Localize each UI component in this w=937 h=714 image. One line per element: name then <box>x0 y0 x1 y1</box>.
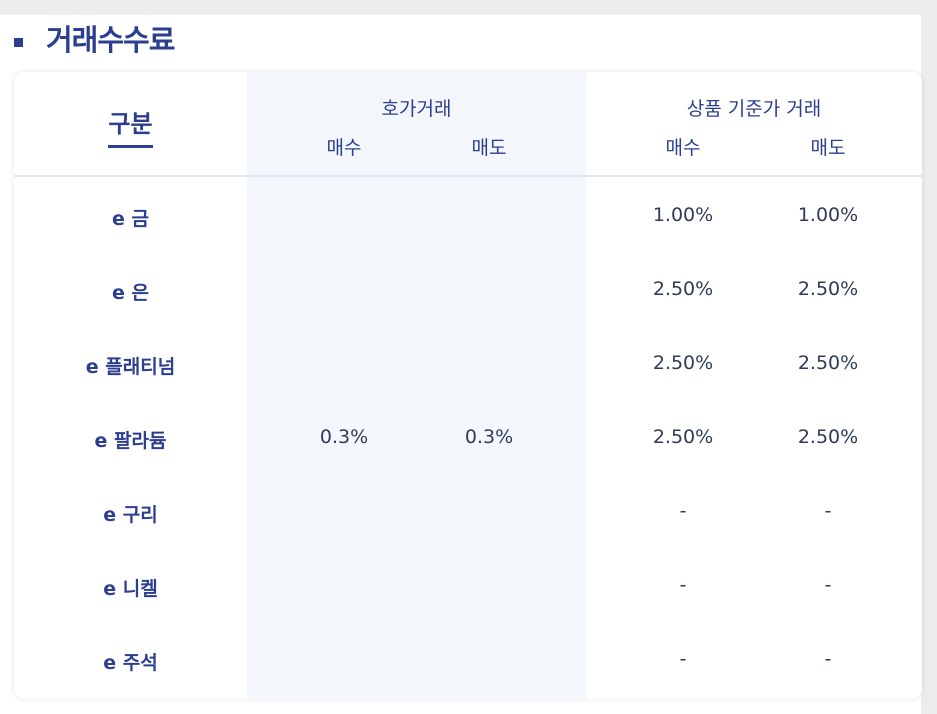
section-title: 거래수수료 <box>46 22 175 57</box>
row-label: e 구리 <box>103 504 158 526</box>
standard-buy-fee: 2.50% <box>652 278 714 300</box>
header-standard-sell: 매도 <box>810 137 846 159</box>
row-label: e 팔라듐 <box>94 430 167 452</box>
header-standard-buy: 매수 <box>665 137 701 159</box>
row-label: e 은 <box>112 282 149 304</box>
quote-buy-fee: 0.3% <box>319 426 369 448</box>
bullet-square-icon <box>14 37 23 47</box>
header-divider <box>14 175 922 177</box>
standard-sell-fee: - <box>824 574 832 596</box>
standard-sell-fee: - <box>824 648 832 670</box>
standard-sell-fee: 2.50% <box>797 352 859 374</box>
section-header: 거래수수료 <box>14 15 175 65</box>
standard-sell-fee: 1.00% <box>797 204 859 226</box>
row-label: e 플래티넘 <box>85 356 176 378</box>
row-label: e 주석 <box>103 652 158 674</box>
standard-sell-fee: 2.50% <box>797 278 859 300</box>
header-standard-price-trade: 상품 기준가 거래 <box>686 98 822 120</box>
standard-buy-fee: - <box>679 574 687 596</box>
fee-table: 구분 호가거래 상품 기준가 거래 매수 매도 매수 매도 e 금 1.00% 1.… <box>14 72 922 699</box>
standard-sell-fee: - <box>824 500 832 522</box>
standard-sell-fee: 2.50% <box>797 426 859 448</box>
quote-trade-column-band <box>247 72 586 699</box>
standard-buy-fee: - <box>679 648 687 670</box>
standard-buy-fee: 1.00% <box>652 204 714 226</box>
header-category-underline <box>108 145 153 148</box>
quote-sell-fee: 0.3% <box>464 426 514 448</box>
header-category: 구분 <box>108 110 153 138</box>
header-quote-buy: 매수 <box>326 137 362 159</box>
standard-buy-fee: - <box>679 500 687 522</box>
standard-buy-fee: 2.50% <box>652 352 714 374</box>
header-quote-trade: 호가거래 <box>381 98 452 120</box>
header-quote-sell: 매도 <box>471 137 507 159</box>
row-label: e 금 <box>112 208 149 230</box>
row-label: e 니켈 <box>103 578 158 600</box>
standard-buy-fee: 2.50% <box>652 426 714 448</box>
